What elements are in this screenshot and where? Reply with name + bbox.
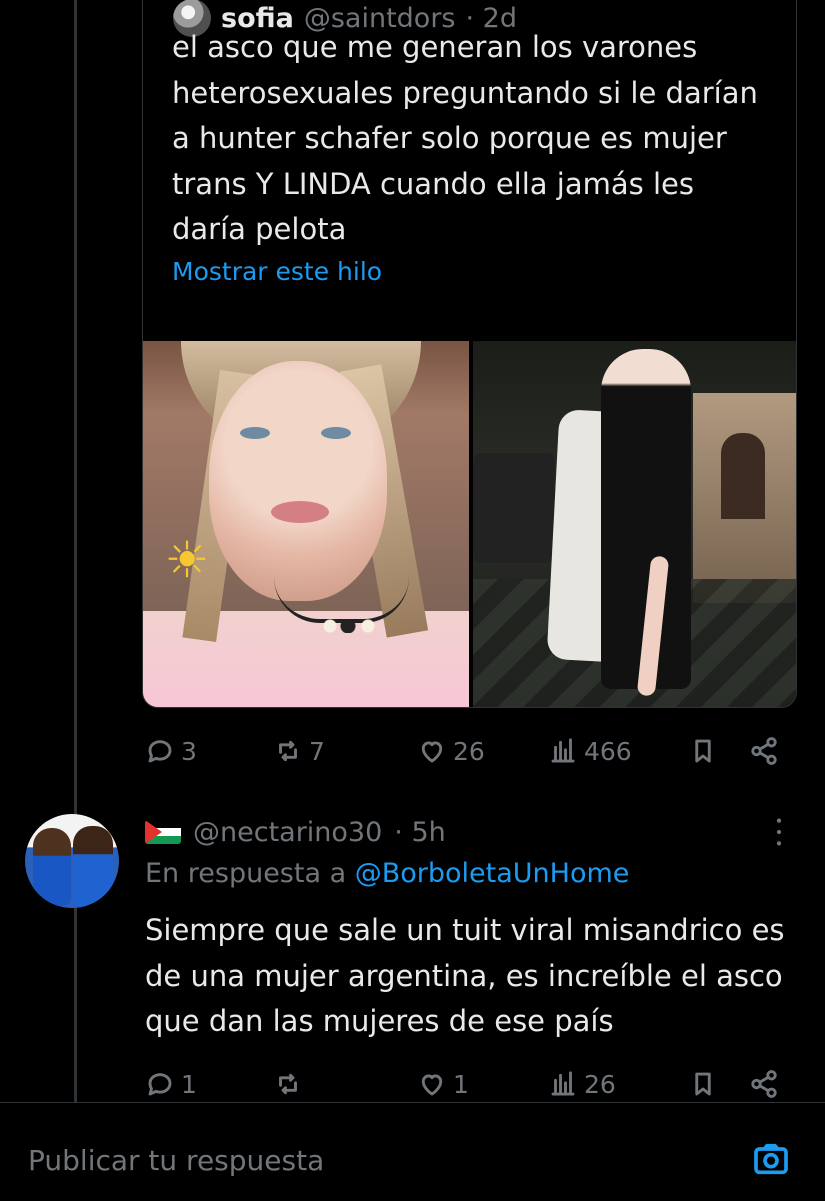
reply-context: En respuesta a @BorboletaUnHome	[145, 858, 629, 889]
palestine-flag-icon	[145, 820, 181, 844]
night-fashion-photo[interactable]	[472, 341, 796, 707]
bookmark-icon	[688, 1069, 718, 1099]
photo-left-eye	[240, 427, 270, 439]
like-count: 1	[453, 1069, 469, 1099]
repost-action[interactable]: 7	[273, 736, 325, 766]
views-icon	[548, 736, 578, 766]
views-count: 466	[584, 736, 632, 766]
reply-tweet-header: @nectarino30 · 5h	[145, 813, 446, 851]
avatar-person-left	[33, 828, 71, 906]
views-count: 26	[584, 1069, 616, 1099]
like-action[interactable]: 26	[417, 736, 485, 766]
photo-door	[720, 433, 765, 519]
heart-icon	[417, 1069, 447, 1099]
reply-input[interactable]: Publicar tu respuesta	[28, 1144, 324, 1177]
selfie-photo[interactable]: ☀	[143, 341, 469, 707]
photo-face	[209, 361, 387, 601]
reply-action[interactable]: 1	[145, 1069, 197, 1099]
reply-user-avatar[interactable]	[25, 814, 119, 908]
camera-icon[interactable]	[749, 1139, 793, 1179]
more-icon[interactable]	[770, 815, 788, 849]
share-icon	[749, 736, 779, 766]
quoted-tweet-actions: 3 7 26 466	[145, 733, 785, 769]
repost-icon	[273, 1069, 303, 1099]
bookmark-action[interactable]	[688, 1069, 718, 1099]
like-count: 26	[453, 736, 485, 766]
reply-icon	[145, 1069, 175, 1099]
reply-icon	[145, 736, 175, 766]
views-icon	[548, 1069, 578, 1099]
reply-count: 1	[181, 1069, 197, 1099]
views-action[interactable]: 466	[548, 736, 632, 766]
bookmark-icon	[688, 736, 718, 766]
repost-count: 7	[309, 736, 325, 766]
reply-tweet-actions: 1 1 26	[145, 1066, 785, 1102]
repost-icon	[273, 736, 303, 766]
avatar-person-right	[73, 826, 113, 908]
reply-user-handle[interactable]: @nectarino30	[193, 817, 382, 848]
reply-context-label: En respuesta a	[145, 858, 355, 889]
quoted-tweet-media[interactable]: ☀	[143, 341, 796, 707]
share-action[interactable]	[749, 1069, 779, 1099]
photo-pearls	[322, 619, 382, 633]
reply-action[interactable]: 3	[145, 736, 197, 766]
heart-icon	[417, 736, 447, 766]
share-action[interactable]	[749, 736, 779, 766]
reply-tweet-time[interactable]: · 5h	[394, 817, 445, 848]
show-thread-link[interactable]: Mostrar este hilo	[172, 257, 382, 286]
quoted-tweet-text: el asco que me generan los varones heter…	[172, 30, 758, 246]
sun-sticker-icon: ☀	[164, 531, 210, 589]
photo-right-eye	[321, 427, 351, 439]
photo-car	[472, 453, 555, 563]
reply-count: 3	[181, 736, 197, 766]
repost-action[interactable]	[273, 1069, 309, 1099]
bookmark-action[interactable]	[688, 736, 718, 766]
views-action[interactable]: 26	[548, 1069, 616, 1099]
share-icon	[749, 1069, 779, 1099]
reply-tweet-text: Siempre que sale un tuit viral misandric…	[145, 913, 785, 1038]
photo-lips	[271, 501, 329, 523]
like-action[interactable]: 1	[417, 1069, 469, 1099]
quoted-tweet-card[interactable]: sofia @saintdors · 2d el asco que me gen…	[142, 0, 797, 708]
reply-mention-link[interactable]: @BorboletaUnHome	[355, 858, 630, 889]
